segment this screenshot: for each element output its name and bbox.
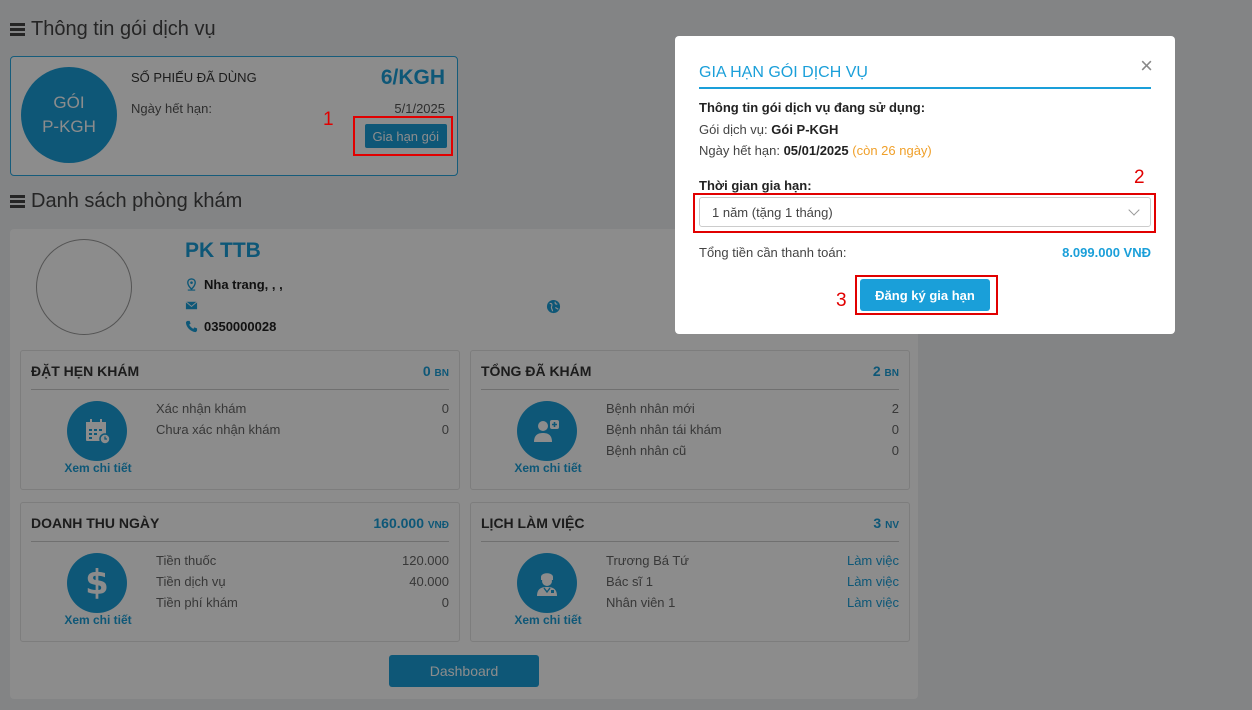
current-expiry-label: Ngày hết hạn:	[699, 143, 784, 158]
current-package-line: Gói dịch vụ: Gói P-KGH	[699, 122, 838, 137]
highlight-box-period	[693, 193, 1156, 233]
total-label: Tổng tiền cần thanh toán:	[699, 245, 847, 260]
step-number-3: 3	[836, 290, 847, 311]
step-number-1: 1	[323, 109, 334, 130]
step-number-2: 2	[1134, 167, 1145, 188]
highlight-box-register	[855, 275, 998, 315]
remaining-days: (còn 26 ngày)	[852, 143, 932, 158]
close-icon[interactable]: ×	[1140, 55, 1153, 77]
modal-title: GIA HẠN GÓI DỊCH VỤ	[699, 64, 868, 81]
highlight-box-renew	[353, 116, 453, 156]
divider	[699, 87, 1151, 89]
current-package-value: Gói P-KGH	[771, 122, 839, 137]
period-label: Thời gian gia hạn:	[699, 178, 812, 193]
current-expiry-value: 05/01/2025	[783, 143, 849, 158]
current-expiry-line: Ngày hết hạn: 05/01/2025 (còn 26 ngày)	[699, 143, 932, 158]
page: Thông tin gói dịch vụ GÓI P-KGH SỐ PHIẾU…	[0, 0, 1252, 710]
current-package-label: Gói dịch vụ:	[699, 122, 772, 137]
total-value: 8.099.000 VNĐ	[1062, 245, 1151, 260]
current-package-heading: Thông tin gói dịch vụ đang sử dụng:	[699, 100, 926, 115]
